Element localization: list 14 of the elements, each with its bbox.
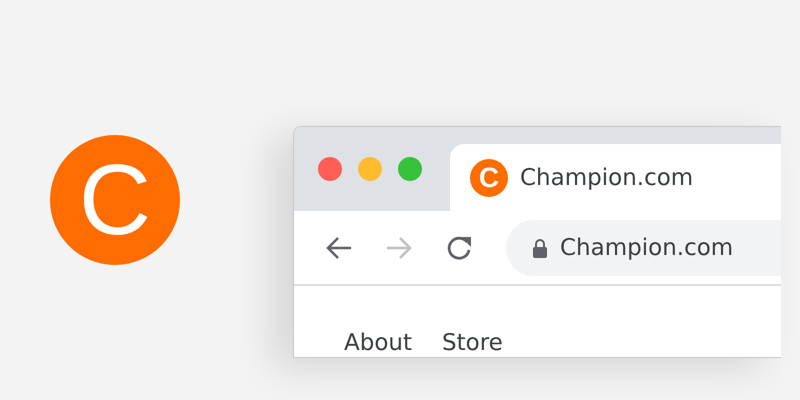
- window-control-button[interactable]: [358, 157, 382, 181]
- window-control-button[interactable]: [398, 157, 422, 181]
- nav-link[interactable]: About: [344, 329, 412, 357]
- logo: C: [50, 135, 180, 265]
- browser-tab[interactable]: C Champion.com: [450, 144, 781, 211]
- tab-title: Champion.com: [520, 164, 694, 190]
- nav-link[interactable]: Store: [442, 329, 503, 357]
- favicon: C: [470, 158, 508, 196]
- forward-arrow-icon: [385, 236, 413, 260]
- window-control-button[interactable]: [318, 157, 342, 181]
- address-text: Champion.com: [560, 234, 734, 260]
- back-arrow-icon: [325, 236, 353, 260]
- address-bar[interactable]: Champion.com: [506, 220, 781, 276]
- lock-icon: [532, 238, 548, 258]
